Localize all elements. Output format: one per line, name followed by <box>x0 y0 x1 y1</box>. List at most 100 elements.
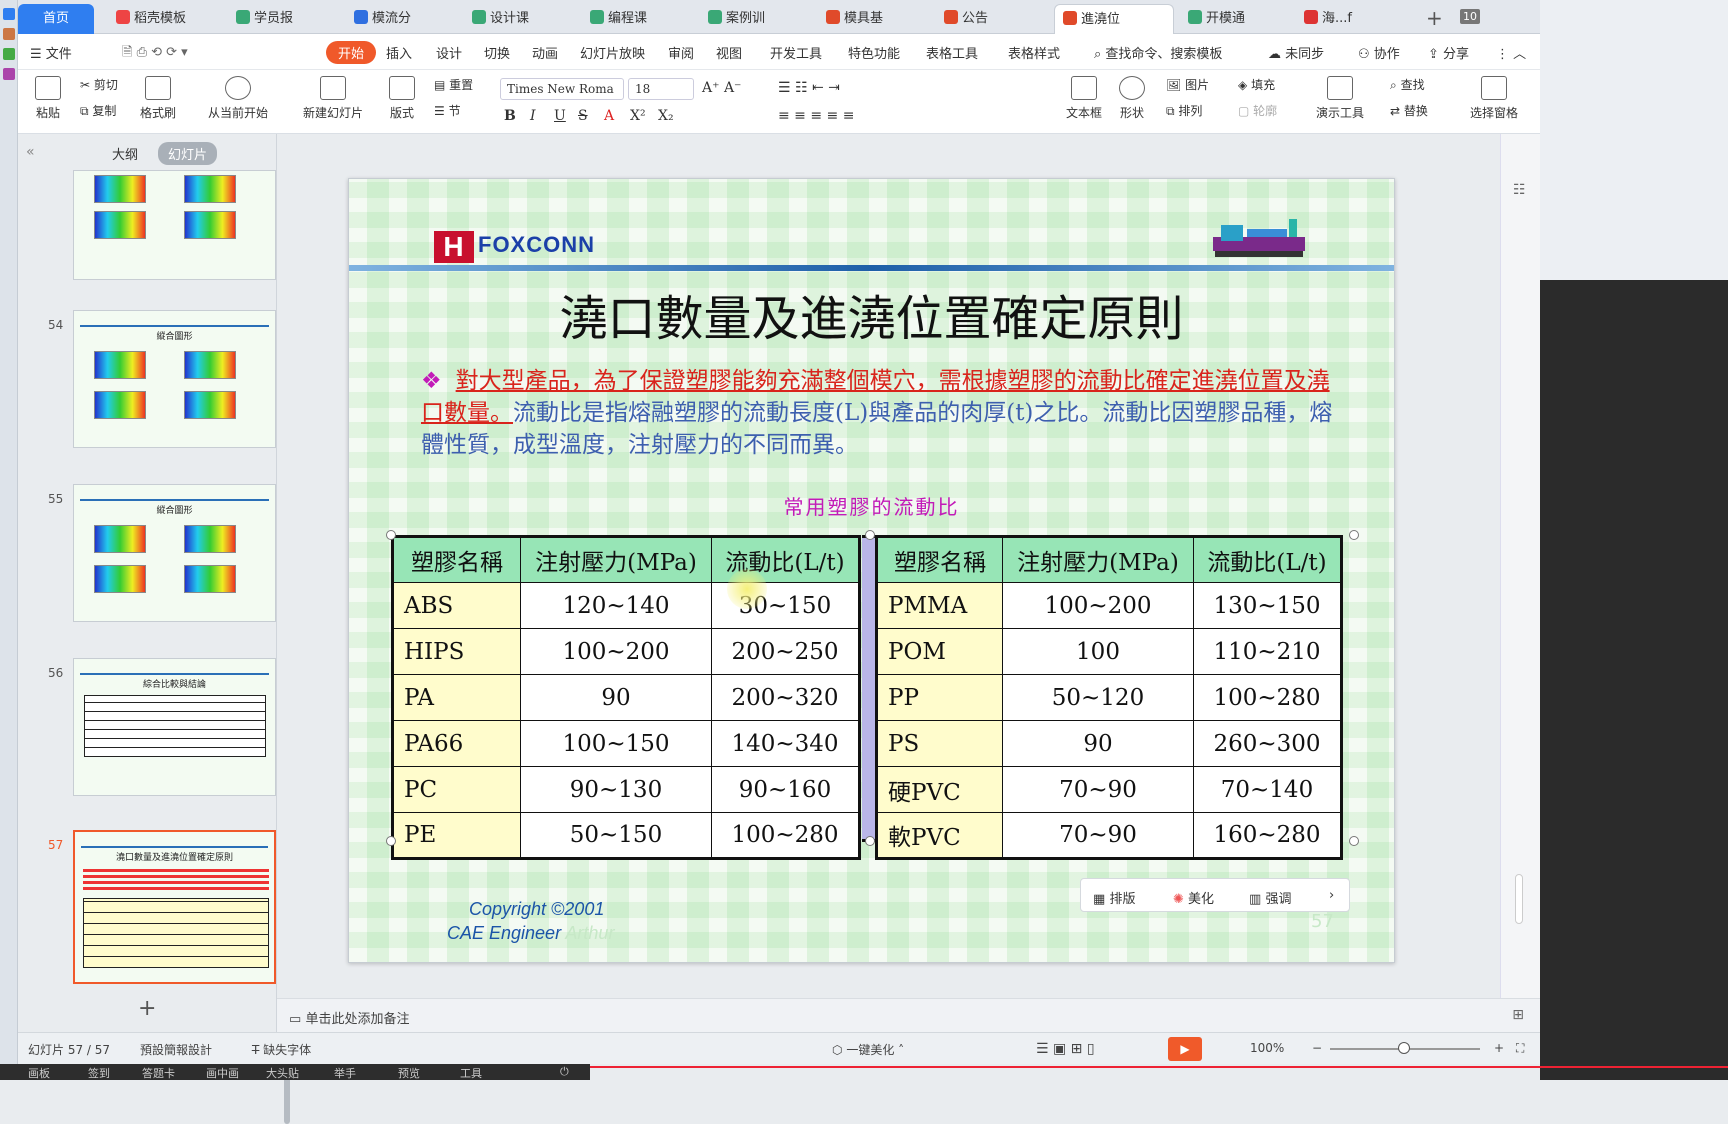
slide[interactable]: H FOXCONN 澆口數量及進澆位置確定原則 ❖ 對大型產品，為了保證塑膠能夠充滿… <box>348 178 1395 963</box>
cell[interactable]: 50~150 <box>520 812 712 859</box>
underline-icon[interactable]: U <box>554 108 566 124</box>
cell[interactable]: 70~90 <box>1002 766 1194 813</box>
select-pane-button[interactable]: 选择窗格 <box>1464 76 1524 121</box>
cut-button[interactable]: ✂ 剪切 <box>80 76 118 93</box>
cell[interactable]: 200~250 <box>711 628 860 675</box>
canvas-scrollbar[interactable] <box>1515 874 1523 924</box>
picture-button[interactable]: 🖼 图片 <box>1166 76 1209 93</box>
tab-doc-active[interactable]: 進澆位 <box>1054 4 1174 34</box>
menu-animation[interactable]: 动画 <box>532 43 558 62</box>
cell[interactable]: 130~150 <box>1193 582 1342 629</box>
app-icon[interactable] <box>3 8 15 20</box>
resize-handle[interactable] <box>865 836 875 846</box>
cell[interactable]: PP <box>876 674 1003 721</box>
cell[interactable]: 100~280 <box>711 812 860 859</box>
italic-icon[interactable]: I <box>530 108 536 124</box>
cell[interactable]: 70~90 <box>1002 812 1194 859</box>
copy-button[interactable]: ⧉ 复制 <box>80 102 116 119</box>
app-icon[interactable] <box>3 68 15 80</box>
cell[interactable]: 100~150 <box>520 720 712 767</box>
replace-button[interactable]: ⇄ 替换 <box>1390 102 1428 119</box>
tab-doc[interactable]: 设计课 <box>464 4 572 34</box>
cell[interactable]: 260~300 <box>1193 720 1342 767</box>
cell[interactable]: PMMA <box>876 582 1003 629</box>
tab-doc[interactable]: 海...f <box>1296 4 1396 34</box>
zoom-in-icon[interactable]: + <box>1494 1041 1504 1055</box>
power-icon[interactable]: ⏻ <box>560 1065 569 1079</box>
notes-bar[interactable]: ▭ 单击此处添加备注 ⊞ <box>277 998 1540 1032</box>
tab-slides[interactable]: 幻灯片 <box>158 142 218 165</box>
cell[interactable]: PC <box>392 766 521 813</box>
header-cell[interactable]: 流動比(L/t) <box>1193 536 1342 583</box>
present-tools-button[interactable]: 演示工具 <box>1308 76 1372 121</box>
resize-handle[interactable] <box>1349 836 1359 846</box>
taskbar-item[interactable]: 举手 <box>334 1065 356 1081</box>
flow-ratio-table-left[interactable]: 塑膠名稱 注射壓力(MPa) 流動比(L/t) ABS 120~140 30~150… <box>391 535 861 860</box>
cell[interactable]: 70~140 <box>1193 766 1342 813</box>
resize-handle[interactable] <box>386 530 396 540</box>
view-mode-icons[interactable]: ☰ ▣ ⊞ ▯ <box>1036 1041 1095 1057</box>
add-slide-plus-icon[interactable]: + <box>138 996 156 1021</box>
cell[interactable]: 120~140 <box>520 582 712 629</box>
cell[interactable]: 100~200 <box>520 628 712 675</box>
paste-button[interactable]: 粘贴 <box>30 76 66 121</box>
cell[interactable]: 軟PVC <box>876 812 1003 859</box>
flow-ratio-table-right[interactable]: 塑膠名稱 注射壓力(MPa) 流動比(L/t) PMMA 100~200 130~1… <box>875 535 1343 860</box>
reset-button[interactable]: ▤ 重置 <box>434 76 473 93</box>
tab-outline[interactable]: 大纲 <box>102 142 148 165</box>
slide-thumbnail[interactable]: 綜合比較與結論 <box>73 658 276 796</box>
taskbar-item[interactable]: 答题卡 <box>142 1065 175 1081</box>
cell[interactable]: 90~160 <box>711 766 860 813</box>
font-grow-icon[interactable]: A⁺ A⁻ <box>702 80 741 96</box>
tab-doc[interactable]: 模具基 <box>818 4 926 34</box>
menu-file[interactable]: ☰ 文件 <box>30 43 72 62</box>
menu-features[interactable]: 特色功能 <box>848 43 900 62</box>
fit-window-icon[interactable]: ⛶ <box>1516 1041 1524 1056</box>
chevron-right-icon[interactable]: › <box>1329 888 1334 903</box>
menu-view[interactable]: 视图 <box>716 43 742 62</box>
app-icon[interactable] <box>3 28 15 40</box>
tab-doc[interactable]: 开模通 <box>1180 4 1288 34</box>
cell[interactable]: 50~120 <box>1002 674 1194 721</box>
app-icon[interactable] <box>3 48 15 60</box>
outline-button[interactable]: ▢ 轮廓 <box>1238 102 1277 119</box>
font-color-icon[interactable]: A <box>604 108 614 124</box>
taskbar-item[interactable]: 画中画 <box>206 1065 239 1081</box>
menu-design[interactable]: 设计 <box>436 43 462 62</box>
zoom-slider-thumb[interactable] <box>1398 1042 1410 1054</box>
tab-doc[interactable]: 公告 <box>936 4 1044 34</box>
tab-doc[interactable]: 学员报 <box>228 4 336 34</box>
cell[interactable]: 90~130 <box>520 766 712 813</box>
quick-access-toolbar[interactable]: 🗎 ⎙ ⟲ ⟳ ▾ <box>122 43 188 65</box>
slide-thumbnail[interactable]: 縱合圖形 <box>73 484 276 622</box>
settings-sliders-icon[interactable]: ☷ <box>1513 182 1526 198</box>
layout-button[interactable]: 版式 <box>384 76 420 121</box>
bold-icon[interactable]: B <box>504 108 516 124</box>
table-title[interactable]: 常用塑膠的流動比 <box>349 491 1394 520</box>
new-tab-plus-icon[interactable]: + <box>1426 6 1443 30</box>
taskbar-item[interactable]: 预览 <box>398 1065 420 1081</box>
header-cell[interactable]: 塑膠名稱 <box>876 536 1003 583</box>
taskbar-item[interactable]: 签到 <box>88 1065 110 1081</box>
slide-title[interactable]: 澆口數量及進澆位置確定原則 <box>349 279 1394 349</box>
play-from-current-button[interactable]: 从当前开始 <box>198 76 278 121</box>
find-button[interactable]: ⌕ 查找 <box>1390 76 1425 93</box>
tab-doc[interactable]: 编程课 <box>582 4 690 34</box>
menu-developer[interactable]: 开发工具 <box>770 43 822 62</box>
strikethrough-icon[interactable]: S <box>578 108 588 124</box>
zoom-out-icon[interactable]: − <box>1312 1041 1322 1055</box>
menu-slideshow[interactable]: 幻灯片放映 <box>580 43 645 62</box>
resize-handle[interactable] <box>865 530 875 540</box>
cell[interactable]: 100~200 <box>1002 582 1194 629</box>
taskbar-item[interactable]: 工具 <box>460 1065 482 1081</box>
cell[interactable]: PS <box>876 720 1003 767</box>
textbox-button[interactable]: 文本框 <box>1064 76 1104 121</box>
zoom-level[interactable]: 100% <box>1250 1041 1284 1055</box>
format-painter-button[interactable]: 格式刷 <box>136 76 180 121</box>
tab-doc[interactable]: 稻壳模板 <box>108 4 218 34</box>
share-button[interactable]: ⇪ 分享 <box>1428 43 1469 62</box>
body-paragraph[interactable]: ❖ 對大型產品，為了保證塑膠能夠充滿整個模穴，需根據塑膠的流動比確定進澆位置及澆口… <box>421 365 1341 461</box>
shape-button[interactable]: 形状 <box>1114 76 1150 121</box>
cell[interactable]: 硬PVC <box>876 766 1003 813</box>
fill-button[interactable]: ◈ 填充 <box>1238 76 1275 93</box>
